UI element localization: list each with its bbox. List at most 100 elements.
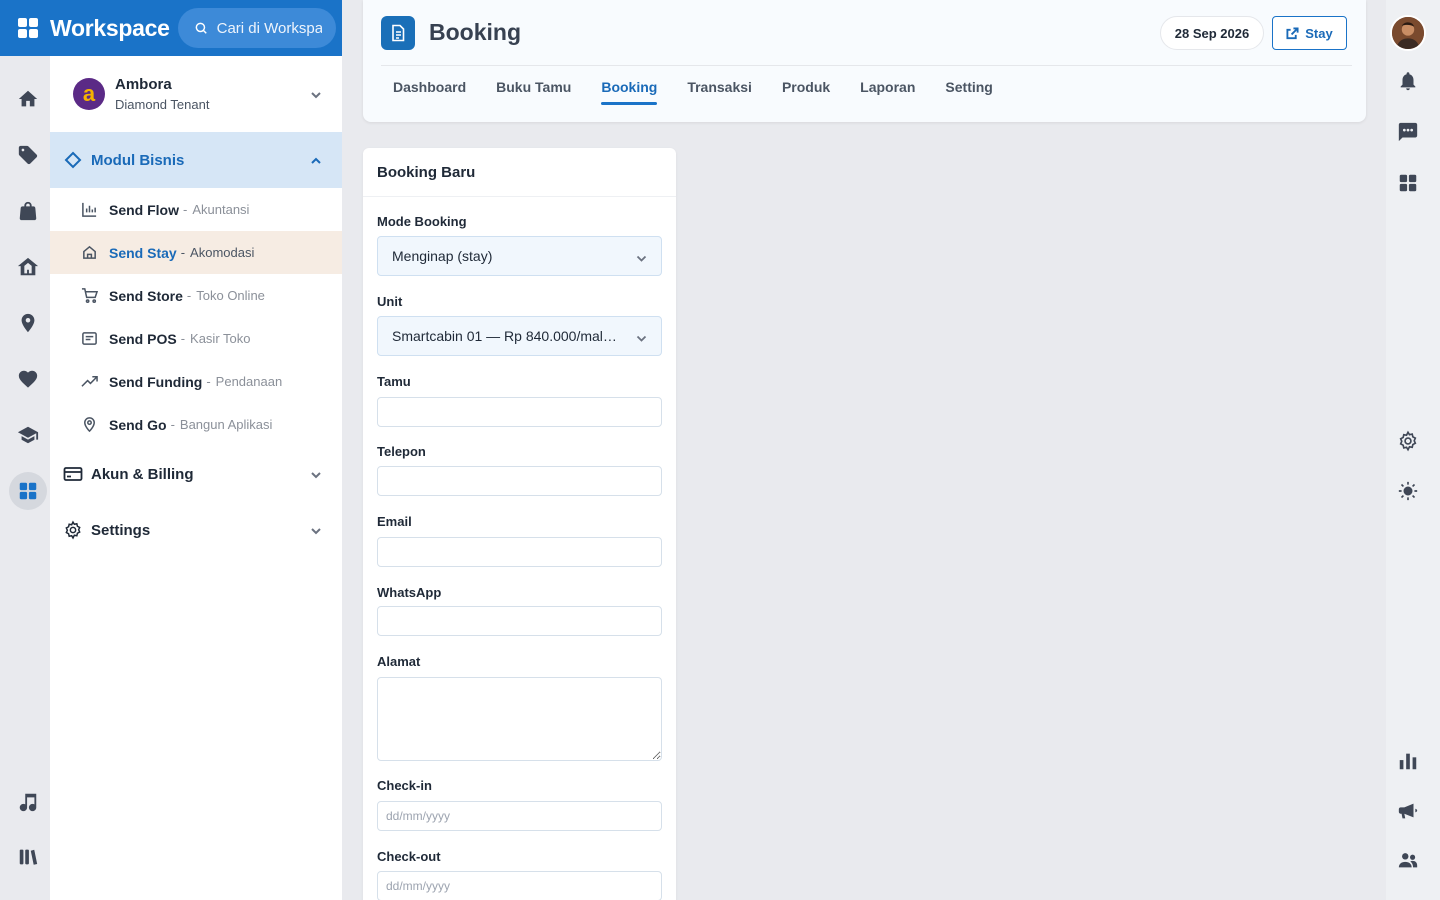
- sidebar-item-send-store[interactable]: Send Store - Toko Online: [50, 274, 342, 317]
- brand-bar: Workspace: [0, 0, 342, 56]
- apps-grid-icon[interactable]: [9, 472, 47, 510]
- workspace-grid-icon[interactable]: [18, 18, 38, 38]
- sidebar-item-name: Send Go: [109, 416, 167, 433]
- tab-transaksi[interactable]: Transaksi: [687, 79, 752, 105]
- receipt-icon: [80, 330, 98, 348]
- mode-booking-value: Menginap (stay): [392, 248, 493, 264]
- date-badge[interactable]: 28 Sep 2026: [1160, 16, 1264, 50]
- sidebar: a Ambora Diamond Tenant Modul Bisnis Sen…: [50, 56, 342, 900]
- section-akun-billing[interactable]: Akun & Billing: [50, 446, 342, 502]
- email-input[interactable]: [377, 537, 662, 567]
- tag-icon[interactable]: [9, 136, 47, 174]
- music-note-icon[interactable]: [9, 783, 47, 821]
- telepon-label: Telepon: [377, 444, 426, 459]
- search-icon: [195, 22, 207, 34]
- chevron-down-icon[interactable]: [310, 468, 322, 480]
- users-icon[interactable]: [1397, 849, 1419, 871]
- whatsapp-label: WhatsApp: [377, 585, 442, 600]
- tab-laporan[interactable]: Laporan: [860, 79, 915, 105]
- section-label: Modul Bisnis: [91, 151, 185, 169]
- sidebar-item-desc: Bangun Aplikasi: [179, 417, 273, 432]
- sidebar-item-desc: Akomodasi: [190, 245, 255, 260]
- unit-value: Smartcabin 01 — Rp 840.000/malam: [392, 328, 620, 344]
- sidebar-item-name: Send Flow: [109, 201, 179, 218]
- sidebar-item-desc: Toko Online: [196, 288, 265, 303]
- megaphone-icon[interactable]: [1397, 800, 1419, 822]
- apps-grid-icon[interactable]: [1397, 172, 1419, 194]
- location-pin-icon[interactable]: [9, 304, 47, 342]
- chart-bar-icon: [80, 201, 98, 219]
- sidebar-item-desc: Pendanaan: [215, 374, 283, 389]
- checkin-label: Check-in: [377, 778, 432, 793]
- user-name: Ambora: [115, 76, 172, 93]
- chevron-down-icon: [636, 251, 647, 262]
- sidebar-item-send-flow[interactable]: Send Flow - Akuntansi: [50, 188, 342, 231]
- bar-chart-icon[interactable]: [1397, 750, 1419, 772]
- heart-icon[interactable]: [9, 360, 47, 398]
- separator: -: [180, 245, 186, 260]
- page-title: Booking: [429, 19, 521, 45]
- divider: [381, 65, 1352, 66]
- tab-setting[interactable]: Setting: [945, 79, 992, 105]
- unit-select[interactable]: Smartcabin 01 — Rp 840.000/malam: [377, 316, 662, 356]
- tab-bar: Dashboard Buku Tamu Booking Transaksi Pr…: [393, 79, 1023, 105]
- library-icon[interactable]: [9, 838, 47, 876]
- diamond-icon: [63, 150, 83, 170]
- mode-booking-select[interactable]: Menginap (stay): [377, 236, 662, 276]
- sun-icon[interactable]: [1397, 480, 1419, 502]
- alamat-textarea[interactable]: [377, 677, 662, 761]
- separator: -: [170, 417, 175, 432]
- credit-card-icon: [63, 464, 83, 484]
- bell-icon[interactable]: [1397, 70, 1419, 92]
- tab-booking[interactable]: Booking: [601, 79, 658, 105]
- home-icon[interactable]: [9, 80, 47, 118]
- user-switcher[interactable]: a Ambora Diamond Tenant: [50, 56, 342, 132]
- graduation-cap-icon[interactable]: [9, 416, 47, 454]
- booking-form-card: Booking Baru Mode Booking Menginap (stay…: [363, 148, 676, 900]
- separator: -: [186, 288, 192, 303]
- chat-icon[interactable]: [1397, 121, 1419, 143]
- tab-buku-tamu[interactable]: Buku Tamu: [496, 79, 571, 105]
- sidebar-item-send-go[interactable]: Send Go - Bangun Aplikasi: [50, 403, 342, 446]
- tamu-input[interactable]: [377, 397, 662, 427]
- mode-booking-label: Mode Booking: [377, 214, 467, 229]
- home-icon: [80, 244, 98, 262]
- tab-dashboard[interactable]: Dashboard: [393, 79, 466, 105]
- checkin-date-input[interactable]: [377, 801, 662, 831]
- sidebar-item-send-funding[interactable]: Send Funding - Pendanaan: [50, 360, 342, 403]
- telepon-input[interactable]: [377, 466, 662, 496]
- sidebar-item-send-stay[interactable]: Send Stay - Akomodasi: [50, 231, 342, 274]
- separator: -: [180, 331, 186, 346]
- stay-button-label: Stay: [1305, 25, 1333, 41]
- chevron-up-icon[interactable]: [310, 154, 322, 166]
- house-icon[interactable]: [9, 248, 47, 286]
- sidebar-item-name: Send Store: [109, 287, 183, 304]
- form-title: Booking Baru: [363, 148, 676, 197]
- chevron-down-icon[interactable]: [310, 88, 322, 100]
- section-modul-bisnis[interactable]: Modul Bisnis: [50, 132, 342, 188]
- checkout-date-input[interactable]: [377, 871, 662, 900]
- shopping-bag-icon[interactable]: [9, 192, 47, 230]
- tab-produk[interactable]: Produk: [782, 79, 830, 105]
- search-box[interactable]: [177, 8, 336, 48]
- sidebar-item-send-pos[interactable]: Send POS - Kasir Toko: [50, 317, 342, 360]
- tamu-label: Tamu: [377, 374, 411, 389]
- checkout-label: Check-out: [377, 849, 441, 864]
- sidebar-item-desc: Kasir Toko: [190, 331, 251, 346]
- document-icon: [381, 16, 415, 50]
- section-settings[interactable]: Settings: [50, 502, 342, 558]
- cart-icon: [80, 287, 98, 305]
- page-header: Booking 28 Sep 2026 Stay Dashboard Buku …: [363, 0, 1366, 122]
- sidebar-item-desc: Akuntansi: [192, 202, 250, 217]
- open-stay-button[interactable]: Stay: [1272, 16, 1347, 50]
- brand-name[interactable]: Workspace: [50, 15, 170, 42]
- settings-gear-icon[interactable]: [1397, 430, 1419, 452]
- left-icon-rail: [0, 56, 50, 900]
- user-avatar[interactable]: [1390, 15, 1426, 51]
- sidebar-item-name: Send Funding: [109, 373, 203, 390]
- trend-up-icon: [80, 373, 98, 391]
- chevron-down-icon[interactable]: [310, 524, 322, 536]
- whatsapp-input[interactable]: [377, 606, 662, 636]
- section-label: Akun & Billing: [91, 465, 194, 483]
- search-input[interactable]: [216, 19, 322, 37]
